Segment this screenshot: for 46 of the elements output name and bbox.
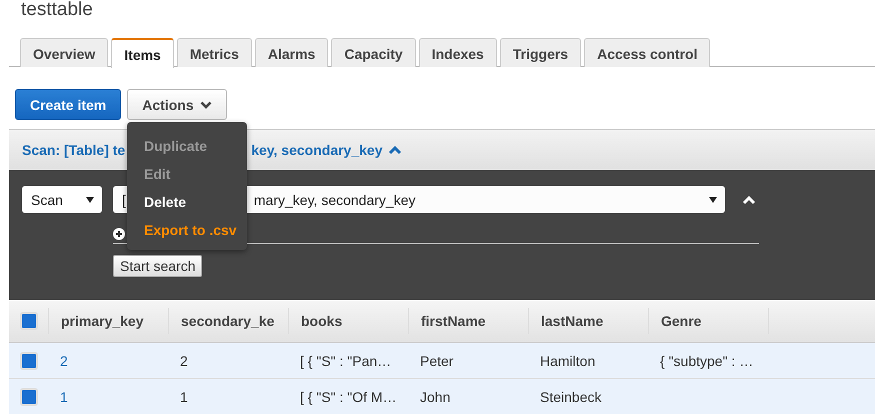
start-search-button[interactable]: Start search — [113, 255, 202, 277]
table-cell-text: 2 — [179, 352, 189, 368]
column-header[interactable]: firstName — [408, 308, 528, 334]
tab[interactable]: Alarms — [254, 38, 328, 67]
scan-title[interactable]: key, secondary_key — [251, 142, 382, 158]
table-select-text: mary_key, secondary_key — [254, 192, 416, 208]
table-row[interactable]: 2 2 [ { "S" : "Pan… Peter Hamilton { "subtype" : … — [9, 343, 875, 379]
item-link[interactable]: 1 — [48, 388, 168, 404]
create-item-button[interactable]: Create item — [15, 89, 122, 120]
table-cell-text: John — [419, 388, 452, 404]
table-cell-text: [ { "S" : "Pan… — [299, 352, 392, 368]
table-cell-text: Hamilton — [539, 352, 596, 368]
table-cell-text: 1 — [179, 388, 189, 404]
tab[interactable]: Capacity — [331, 38, 416, 67]
table-cell-text: [ { "S" : "Of M… — [299, 388, 398, 404]
dropdown-icon — [86, 196, 94, 204]
tab[interactable]: Metrics — [176, 38, 252, 67]
column-header[interactable]: lastName — [528, 308, 648, 334]
page-title: testtable — [20, 0, 94, 22]
table-row[interactable]: 1 1 [ { "S" : "Of M… John Steinbeck — [9, 379, 875, 414]
add-icon[interactable] — [113, 228, 125, 240]
collapse-icon[interactable] — [388, 145, 402, 155]
column-header[interactable]: Genre — [648, 308, 768, 334]
checkbox[interactable] — [20, 352, 38, 370]
column-header[interactable]: books — [288, 308, 408, 334]
table-cell-text: { "subtype" : … — [659, 352, 754, 368]
actions-button[interactable]: Actions — [127, 89, 227, 120]
chevron-down-icon — [200, 100, 212, 108]
tab[interactable]: Items — [111, 38, 174, 68]
dropdown-icon — [709, 196, 717, 204]
table-cell-text: Peter — [419, 352, 454, 368]
menu-item[interactable]: Delete — [127, 188, 247, 216]
item-link[interactable]: 2 — [48, 352, 168, 368]
tab[interactable]: Indexes — [418, 38, 497, 67]
column-header[interactable]: secondary_ke — [168, 308, 288, 334]
scan-title[interactable]: Scan: [Table] te — [22, 142, 126, 158]
tab[interactable]: Access control — [584, 38, 710, 67]
column-header[interactable]: primary_key — [48, 308, 168, 334]
table-cell-text: Steinbeck — [539, 388, 602, 404]
checkbox[interactable] — [20, 312, 38, 330]
scan-mode-select[interactable]: Scan — [22, 186, 102, 213]
tab[interactable]: Overview — [20, 38, 108, 67]
tab[interactable]: Triggers — [500, 38, 582, 67]
table-select-text: [ — [122, 192, 126, 208]
checkbox[interactable] — [20, 388, 38, 406]
menu-item[interactable]: Export to .csv — [127, 216, 247, 244]
